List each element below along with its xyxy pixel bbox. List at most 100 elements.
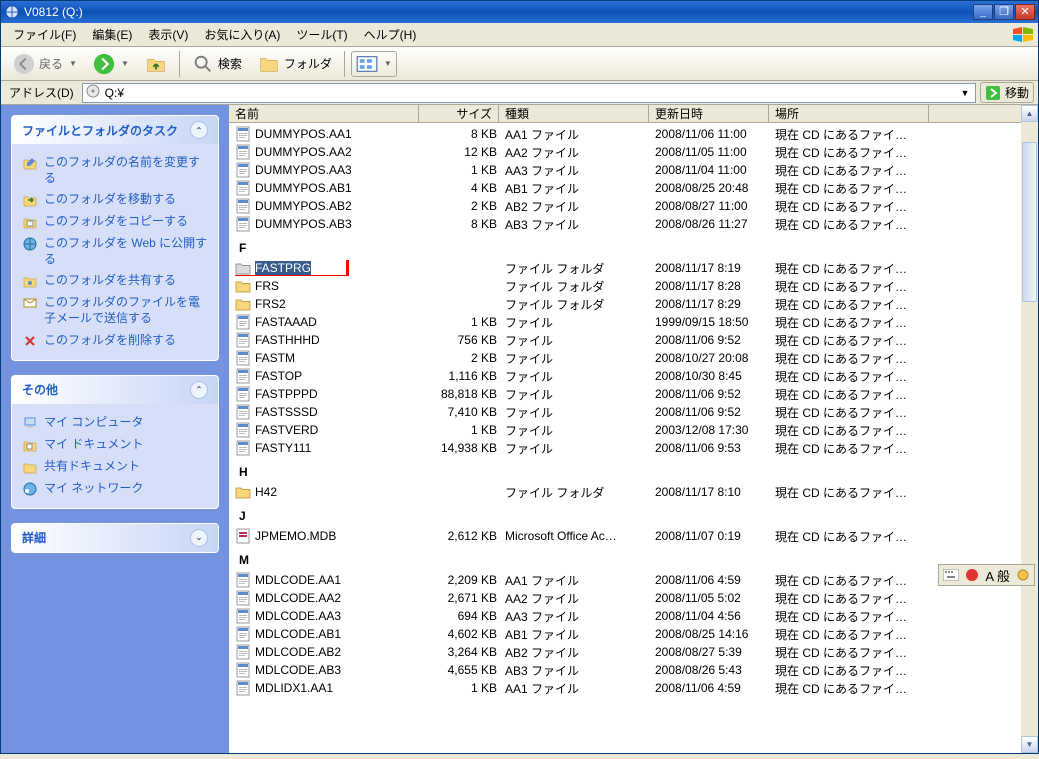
link-shared[interactable]: 共有ドキュメント bbox=[22, 456, 208, 478]
back-dropdown-icon[interactable]: ▼ bbox=[69, 59, 77, 68]
task-publish[interactable]: このフォルダを Web に公開する bbox=[22, 233, 208, 270]
file-row[interactable]: MDLCODE.AB23,264 KBAB2 ファイル2008/08/27 5:… bbox=[235, 643, 1038, 661]
vertical-scrollbar[interactable]: ▲ ▼ bbox=[1021, 105, 1038, 753]
menu-file[interactable]: ファイル(F) bbox=[5, 22, 84, 47]
file-row[interactable]: FASTOP1,116 KBファイル2008/10/30 8:45現在 CD に… bbox=[235, 367, 1038, 385]
col-location[interactable]: 場所 bbox=[769, 105, 929, 122]
file-row[interactable]: FASTAAAD1 KBファイル1999/09/15 18:50現在 CD にあ… bbox=[235, 313, 1038, 331]
views-button[interactable]: ▼ bbox=[351, 51, 397, 77]
delete-icon bbox=[22, 333, 38, 349]
file-row[interactable]: MDLCODE.AA12,209 KBAA1 ファイル2008/11/06 4:… bbox=[235, 571, 1038, 589]
menu-favorites[interactable]: お気に入り(A) bbox=[196, 22, 288, 47]
file-row[interactable]: FASTHHHD756 KBファイル2008/11/06 9:52現在 CD に… bbox=[235, 331, 1038, 349]
up-button[interactable] bbox=[139, 51, 173, 77]
menu-view[interactable]: 表示(V) bbox=[140, 22, 196, 47]
file-row[interactable]: FASTM2 KBファイル2008/10/27 20:08現在 CD にあるファ… bbox=[235, 349, 1038, 367]
file-location: 現在 CD にあるファイ… bbox=[775, 260, 935, 277]
link-network[interactable]: マイ ネットワーク bbox=[22, 478, 208, 500]
task-move[interactable]: このフォルダを移動する bbox=[22, 189, 208, 211]
file-row[interactable]: FASTPPPD88,818 KBファイル2008/11/06 9:52現在 C… bbox=[235, 385, 1038, 403]
search-button[interactable]: 検索 bbox=[186, 51, 248, 77]
file-name: FASTM bbox=[255, 351, 295, 365]
address-dropdown-icon[interactable]: ▼ bbox=[957, 88, 973, 98]
file-row[interactable]: MDLIDX1.AA11 KBAA1 ファイル2008/11/06 4:59現在… bbox=[235, 679, 1038, 697]
ime-red-icon[interactable] bbox=[965, 568, 979, 582]
minimize-button[interactable]: _ bbox=[973, 4, 993, 20]
file-name: DUMMYPOS.AA1 bbox=[255, 127, 352, 141]
file-type: AA1 ファイル bbox=[505, 126, 655, 143]
file-row[interactable]: MDLCODE.AB14,602 KBAB1 ファイル2008/08/25 14… bbox=[235, 625, 1038, 643]
file-row[interactable]: FASTVERD1 KBファイル2003/12/08 17:30現在 CD にあ… bbox=[235, 421, 1038, 439]
keyboard-icon[interactable] bbox=[943, 569, 959, 581]
file-icon bbox=[235, 626, 251, 642]
detail-header[interactable]: 詳細 ⌄ bbox=[12, 524, 218, 552]
file-row[interactable]: JPMEMO.MDB2,612 KBMicrosoft Office Ac…20… bbox=[235, 527, 1038, 545]
file-row[interactable]: DUMMYPOS.AA31 KBAA3 ファイル2008/11/04 11:00… bbox=[235, 161, 1038, 179]
file-row[interactable]: DUMMYPOS.AB38 KBAB3 ファイル2008/08/26 11:27… bbox=[235, 215, 1038, 233]
views-dropdown-icon[interactable]: ▼ bbox=[384, 59, 392, 68]
group-header: H bbox=[235, 465, 1038, 479]
file-row[interactable]: FASTSSSD7,410 KBファイル2008/11/06 9:52現在 CD… bbox=[235, 403, 1038, 421]
file-row[interactable]: DUMMYPOS.AA18 KBAA1 ファイル2008/11/06 11:00… bbox=[235, 125, 1038, 143]
ime-bar[interactable]: A 般 bbox=[938, 564, 1035, 586]
maximize-button[interactable]: ❐ bbox=[994, 4, 1014, 20]
link-mycomputer[interactable]: マイ コンピュータ bbox=[22, 412, 208, 434]
file-row[interactable]: DUMMYPOS.AA212 KBAA2 ファイル2008/11/05 11:0… bbox=[235, 143, 1038, 161]
collapse-icon[interactable]: ⌃ bbox=[190, 381, 208, 399]
expand-icon[interactable]: ⌄ bbox=[190, 529, 208, 547]
file-type: ファイル フォルダ bbox=[505, 260, 655, 277]
link-mydocs[interactable]: マイ ドキュメント bbox=[22, 434, 208, 456]
menu-tools[interactable]: ツール(T) bbox=[288, 22, 355, 47]
file-row[interactable]: FRSファイル フォルダ2008/11/17 8:28現在 CD にあるファイ… bbox=[235, 277, 1038, 295]
forward-dropdown-icon[interactable]: ▼ bbox=[121, 59, 129, 68]
file-icon bbox=[235, 126, 251, 142]
file-row[interactable]: MDLCODE.AA3694 KBAA3 ファイル2008/11/04 4:56… bbox=[235, 607, 1038, 625]
file-row[interactable]: DUMMYPOS.AB22 KBAB2 ファイル2008/08/27 11:00… bbox=[235, 197, 1038, 215]
tasks-header[interactable]: ファイルとフォルダのタスク ⌃ bbox=[12, 116, 218, 144]
group-header: M bbox=[235, 553, 1038, 567]
file-row[interactable]: FASTY11114,938 KBファイル2008/11/06 9:53現在 C… bbox=[235, 439, 1038, 457]
col-date[interactable]: 更新日時 bbox=[649, 105, 769, 122]
file-row[interactable]: H42ファイル フォルダ2008/11/17 8:10現在 CD にあるファイ… bbox=[235, 483, 1038, 501]
file-icon bbox=[235, 440, 251, 456]
col-name[interactable]: 名前 bbox=[229, 105, 419, 122]
file-location: 現在 CD にあるファイ… bbox=[775, 332, 935, 349]
ime-mode[interactable]: A 般 bbox=[985, 566, 1010, 585]
file-row[interactable]: FRS2ファイル フォルダ2008/11/17 8:29現在 CD にあるファイ… bbox=[235, 295, 1038, 313]
scroll-thumb[interactable] bbox=[1022, 142, 1037, 302]
scroll-down-icon[interactable]: ▼ bbox=[1021, 736, 1038, 753]
menu-edit[interactable]: 編集(E) bbox=[84, 22, 140, 47]
file-type: ファイル フォルダ bbox=[505, 296, 655, 313]
file-row[interactable]: DUMMYPOS.AB14 KBAB1 ファイル2008/08/25 20:48… bbox=[235, 179, 1038, 197]
file-icon bbox=[235, 590, 251, 606]
file-type: ファイル bbox=[505, 440, 655, 457]
task-email[interactable]: このフォルダのファイルを電子メールで送信する bbox=[22, 292, 208, 329]
other-header[interactable]: その他 ⌃ bbox=[12, 376, 218, 404]
file-icon bbox=[235, 332, 251, 348]
file-name: DUMMYPOS.AA3 bbox=[255, 163, 352, 177]
file-row[interactable]: FASTPRGファイル フォルダ2008/11/17 8:19現在 CD にある… bbox=[235, 259, 1038, 277]
forward-button[interactable]: ▼ bbox=[87, 51, 135, 77]
computer-icon bbox=[22, 415, 38, 431]
documents-icon bbox=[22, 437, 38, 453]
mdb-icon bbox=[235, 528, 251, 544]
task-share[interactable]: このフォルダを共有する bbox=[22, 270, 208, 292]
task-copy[interactable]: このフォルダをコピーする bbox=[22, 211, 208, 233]
col-size[interactable]: サイズ bbox=[419, 105, 499, 122]
col-type[interactable]: 種類 bbox=[499, 105, 649, 122]
close-button[interactable]: ✕ bbox=[1015, 4, 1035, 20]
scroll-up-icon[interactable]: ▲ bbox=[1021, 105, 1038, 122]
collapse-icon[interactable]: ⌃ bbox=[190, 121, 208, 139]
ime-tool-icon[interactable] bbox=[1016, 568, 1030, 582]
menu-help[interactable]: ヘルプ(H) bbox=[356, 22, 425, 47]
back-button[interactable]: 戻る ▼ bbox=[7, 51, 83, 77]
address-field[interactable]: Q:¥ ▼ bbox=[82, 83, 976, 103]
file-row[interactable]: MDLCODE.AA22,671 KBAA2 ファイル2008/11/05 5:… bbox=[235, 589, 1038, 607]
task-rename[interactable]: このフォルダの名前を変更する bbox=[22, 152, 208, 189]
go-button[interactable]: 移動 bbox=[980, 82, 1034, 103]
file-name: FRS2 bbox=[255, 297, 286, 311]
folders-button[interactable]: フォルダ bbox=[252, 51, 338, 77]
file-row[interactable]: MDLCODE.AB34,655 KBAB3 ファイル2008/08/26 5:… bbox=[235, 661, 1038, 679]
task-delete[interactable]: このフォルダを削除する bbox=[22, 330, 208, 352]
file-size: 12 KB bbox=[425, 145, 505, 159]
